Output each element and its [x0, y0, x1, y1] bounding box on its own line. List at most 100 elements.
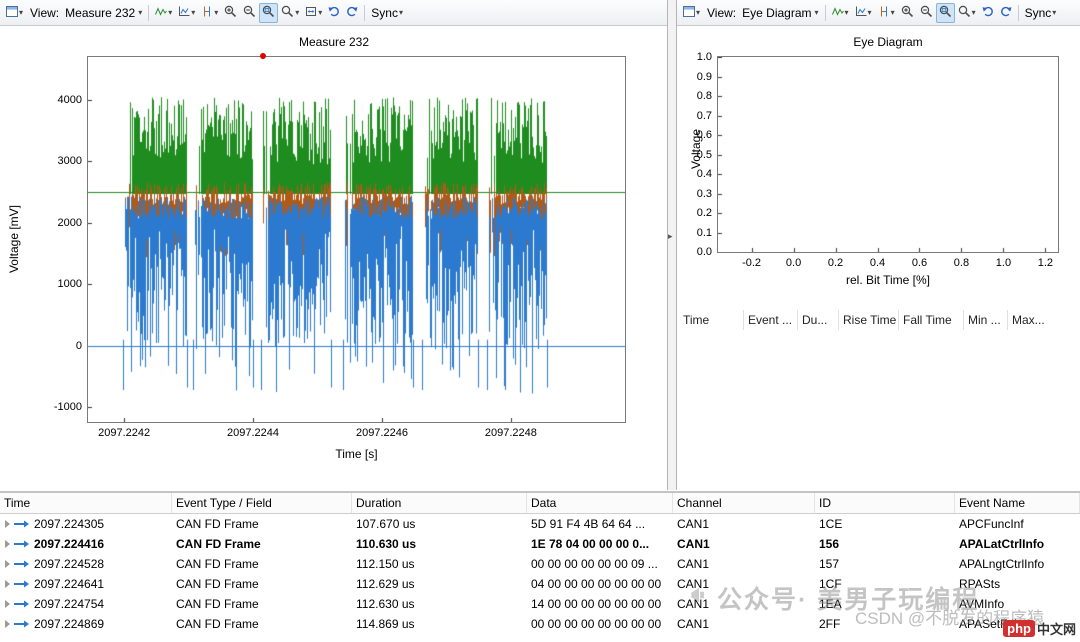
column-header-id[interactable]: ID: [815, 493, 955, 513]
view-value: Eye Diagram: [742, 6, 811, 20]
sync-button[interactable]: Sync ▾: [368, 3, 406, 23]
splitter-arrow-icon[interactable]: ▸: [668, 232, 673, 241]
zoom-box-button[interactable]: [259, 3, 278, 23]
result-column-fall-time[interactable]: Fall Time: [898, 310, 963, 330]
result-column-min[interactable]: Min ...: [963, 310, 1007, 330]
undo-button[interactable]: [979, 3, 997, 23]
column-header-time[interactable]: Time: [0, 493, 172, 513]
chevron-down-icon: ▾: [295, 8, 299, 17]
redo-icon: [1000, 5, 1012, 20]
x-tick-label: 0.2: [796, 257, 876, 269]
zoom-in-button[interactable]: [898, 3, 917, 23]
result-column-duration[interactable]: Du...: [797, 310, 838, 330]
panel-splitter[interactable]: ▸: [668, 0, 676, 490]
cell-event-name: APALatCtrlInfo: [955, 537, 1080, 551]
sync-button[interactable]: Sync ▾: [1022, 3, 1060, 23]
view-selector[interactable]: Eye Diagram ▾: [739, 3, 821, 23]
eye-result-columns: Time Event ... Du... Rise Time Fall Time…: [679, 310, 1055, 330]
cursor-icon: [201, 6, 213, 20]
sync-label: Sync: [1025, 6, 1052, 20]
cell-channel: CAN1: [673, 597, 815, 611]
view-selector[interactable]: Measure 232 ▾: [62, 3, 145, 23]
expand-chevron-icon[interactable]: [4, 539, 11, 549]
zoom-box-button[interactable]: [936, 3, 955, 23]
expand-chevron-icon[interactable]: [4, 579, 11, 589]
zoom-menu-button[interactable]: ▾: [278, 3, 302, 23]
view-label: View:: [30, 6, 59, 20]
chevron-down-icon: ▾: [168, 8, 172, 17]
zoom-out-button[interactable]: [917, 3, 936, 23]
expand-chevron-icon[interactable]: [4, 599, 11, 609]
chevron-down-icon: ▾: [868, 8, 872, 17]
table-row[interactable]: 2097.224641 CAN FD Frame 112.629 us 04 0…: [0, 574, 1080, 594]
axes-icon: [855, 6, 867, 20]
cursor-button[interactable]: ▾: [198, 3, 221, 23]
result-column-rise-time[interactable]: Rise Time: [838, 310, 898, 330]
undo-icon: [328, 5, 340, 20]
expand-chevron-icon[interactable]: [4, 619, 11, 629]
cell-channel: CAN1: [673, 557, 815, 571]
zoom-box-icon: [262, 5, 275, 20]
axes-setup-button[interactable]: ▾: [852, 3, 875, 23]
cursor-button[interactable]: ▾: [875, 3, 898, 23]
cell-duration: 112.150 us: [352, 557, 527, 571]
table-row[interactable]: 2097.224416 CAN FD Frame 110.630 us 1E 7…: [0, 534, 1080, 554]
zoom-menu-button[interactable]: ▾: [955, 3, 979, 23]
expand-chevron-icon[interactable]: [4, 559, 11, 569]
cell-duration: 107.670 us: [352, 517, 527, 531]
fit-view-button[interactable]: ▾: [302, 3, 325, 23]
eye-plot-area[interactable]: [717, 56, 1059, 253]
eye-plot-canvas[interactable]: [718, 57, 1058, 252]
undo-button[interactable]: [325, 3, 343, 23]
column-header-duration[interactable]: Duration: [352, 493, 527, 513]
table-row[interactable]: 2097.224305 CAN FD Frame 107.670 us 5D 9…: [0, 514, 1080, 534]
window-layout-button[interactable]: ▾: [3, 3, 26, 23]
window-layout-button[interactable]: ▾: [680, 3, 703, 23]
column-header-event-type[interactable]: Event Type / Field: [172, 493, 352, 513]
chevron-down-icon: ▾: [815, 8, 819, 17]
cell-channel: CAN1: [673, 577, 815, 591]
cell-duration: 114.869 us: [352, 617, 527, 631]
signal-select-button[interactable]: ▾: [829, 3, 852, 23]
measure-toolbar: ▾ View: Measure 232 ▾ ▾ ▾ ▾ ▾ ▾ Sync ▾: [0, 0, 667, 26]
cell-id: 2FF: [815, 617, 955, 631]
table-row[interactable]: 2097.224754 CAN FD Frame 112.630 us 14 0…: [0, 594, 1080, 614]
zoom-in-button[interactable]: [221, 3, 240, 23]
cell-channel: CAN1: [673, 617, 815, 631]
signal-select-button[interactable]: ▾: [152, 3, 175, 23]
column-header-data[interactable]: Data: [527, 493, 673, 513]
table-row[interactable]: 2097.224869 CAN FD Frame 114.869 us 00 0…: [0, 614, 1080, 634]
php-logo-text: 中文网: [1037, 619, 1076, 638]
cell-event-name: RPASts: [955, 577, 1080, 591]
result-column-event[interactable]: Event ...: [743, 310, 797, 330]
axes-icon: [178, 6, 190, 20]
x-tick-label: 2097.2246: [342, 427, 422, 439]
redo-button[interactable]: [343, 3, 361, 23]
measure-plot-canvas[interactable]: [88, 57, 625, 422]
axes-setup-button[interactable]: ▾: [175, 3, 198, 23]
cell-data: 04 00 00 00 00 00 00 00: [527, 577, 673, 591]
redo-button[interactable]: [997, 3, 1015, 23]
zoom-menu-icon: [281, 5, 294, 20]
table-row[interactable]: 2097.224528 CAN FD Frame 112.150 us 00 0…: [0, 554, 1080, 574]
cell-event-name: APALngtCtrlInfo: [955, 557, 1080, 571]
chevron-down-icon: ▾: [972, 8, 976, 17]
view-value: Measure 232: [65, 6, 135, 20]
measure-plot-area[interactable]: [87, 56, 626, 423]
window-icon: [6, 6, 18, 20]
chevron-down-icon: ▾: [399, 8, 403, 17]
column-header-channel[interactable]: Channel: [673, 493, 815, 513]
toolbar-separator: [364, 5, 365, 21]
column-header-event-name[interactable]: Event Name: [955, 493, 1080, 513]
cell-event-type: CAN FD Frame: [172, 617, 352, 631]
result-column-time[interactable]: Time: [679, 310, 743, 330]
cell-id: 1CE: [815, 517, 955, 531]
result-column-max[interactable]: Max...: [1007, 310, 1055, 330]
y-tick-label: 4000: [0, 94, 82, 106]
expand-chevron-icon[interactable]: [4, 519, 11, 529]
eye-y-axis-label: Voltage: [689, 89, 703, 209]
y-tick-label: 0.1: [677, 227, 712, 239]
measure-panel: ▾ View: Measure 232 ▾ ▾ ▾ ▾ ▾ ▾ Sync ▾ M…: [0, 0, 668, 490]
zoom-out-icon: [243, 5, 256, 20]
zoom-out-button[interactable]: [240, 3, 259, 23]
